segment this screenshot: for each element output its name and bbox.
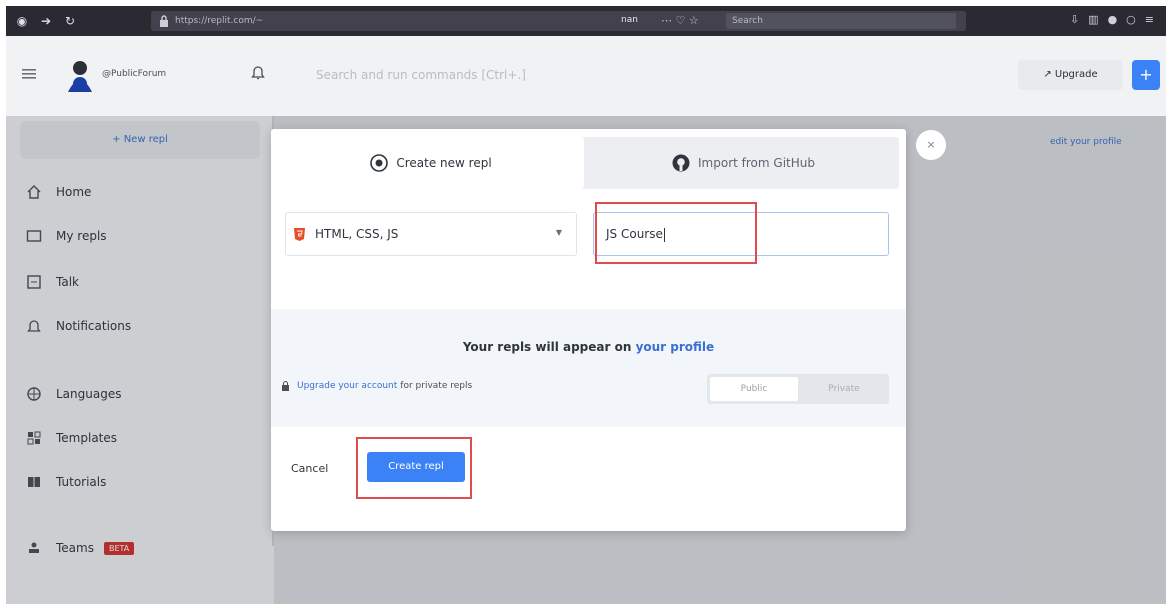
html5-icon xyxy=(294,227,305,241)
info-title-text: Your repls will appear on xyxy=(462,340,636,354)
extension-icon[interactable]: ○ xyxy=(1126,13,1136,26)
screen: ◉ ➔ ↻ https://replit.com/~ nan ⋯ ♡ ☆ Sea… xyxy=(0,0,1171,604)
private-option[interactable]: Private xyxy=(802,377,886,401)
language-label: HTML, CSS, JS xyxy=(315,227,399,241)
command-search[interactable]: Search and run commands [Ctrl+.] xyxy=(316,68,526,82)
tab-import-github[interactable]: Import from GitHub xyxy=(588,137,899,189)
reload-icon[interactable]: ↻ xyxy=(62,13,78,29)
github-icon xyxy=(672,154,690,172)
visibility-toggle: Public Private xyxy=(707,374,889,404)
lock-icon xyxy=(160,15,168,27)
address-bar[interactable]: https://replit.com/~ nan ⋯ ♡ ☆ Search xyxy=(151,11,966,31)
chevron-down-icon: ▼ xyxy=(555,228,562,237)
your-profile-link[interactable]: your profile xyxy=(636,340,715,354)
modal-tabs: Create new repl Import from GitHub xyxy=(278,137,899,189)
upgrade-label: Upgrade xyxy=(1054,69,1098,80)
cancel-button[interactable]: Cancel xyxy=(291,454,351,484)
lock-icon xyxy=(282,381,289,391)
tab-label: Create new repl xyxy=(396,156,492,170)
username-dropdown[interactable]: @PublicForum xyxy=(102,69,166,79)
forward-icon[interactable]: ➔ xyxy=(38,13,54,29)
extension-icons: ⇩ ▥ ● ○ ≡ xyxy=(1070,13,1154,26)
library-icon[interactable]: ▥ xyxy=(1088,13,1098,26)
info-title: Your repls will appear on your profile xyxy=(271,340,906,354)
browser-toolbar: ◉ ➔ ↻ https://replit.com/~ nan ⋯ ♡ ☆ Sea… xyxy=(6,6,1166,36)
upgrade-account-link[interactable]: Upgrade your account xyxy=(297,381,397,391)
highlight-create-button xyxy=(356,437,472,499)
hamburger-icon[interactable] xyxy=(22,69,36,79)
replit-icon xyxy=(370,154,389,172)
browser-search-input[interactable]: Search xyxy=(726,13,956,29)
highlight-title-input xyxy=(595,202,757,264)
reader-text: nan xyxy=(621,15,638,25)
language-select[interactable]: HTML, CSS, JS ▼ xyxy=(285,212,577,256)
visibility-panel: Your repls will appear on your profile U… xyxy=(271,309,906,427)
new-repl-plus-button[interactable]: + xyxy=(1132,60,1160,90)
bookmark-icon[interactable]: ⋯ ♡ ☆ xyxy=(661,14,699,27)
upgrade-button[interactable]: ↗ Upgrade xyxy=(1018,60,1123,90)
account-icon[interactable]: ● xyxy=(1108,13,1118,26)
menu-icon[interactable]: ≡ xyxy=(1145,13,1154,26)
browser-menu-icon[interactable]: ◉ xyxy=(14,13,30,29)
public-option[interactable]: Public xyxy=(710,377,798,401)
bell-icon[interactable] xyxy=(251,64,265,80)
upgrade-icon: ↗ xyxy=(1043,69,1055,80)
tab-create-new-repl[interactable]: Create new repl xyxy=(278,137,584,189)
avatar[interactable] xyxy=(64,58,96,94)
url-text: https://replit.com/~ xyxy=(175,16,264,26)
upgrade-text: for private repls xyxy=(400,381,473,391)
app-header: @PublicForum Search and run commands [Ct… xyxy=(6,36,1166,116)
download-icon[interactable]: ⇩ xyxy=(1070,13,1079,26)
close-icon[interactable]: × xyxy=(916,130,946,160)
tab-label: Import from GitHub xyxy=(698,156,815,170)
upgrade-line: Upgrade your account for private repls xyxy=(281,381,472,391)
